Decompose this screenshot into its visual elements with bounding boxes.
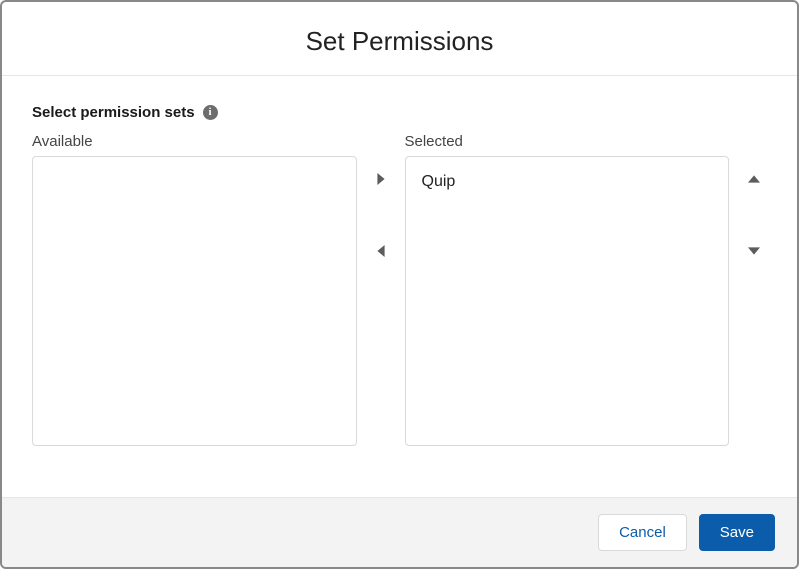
selected-column: Selected Quip: [405, 133, 730, 446]
move-buttons-column: [369, 133, 393, 446]
selected-listbox[interactable]: Quip: [405, 156, 730, 446]
available-column: Available: [32, 133, 357, 446]
move-up-button[interactable]: [744, 169, 764, 189]
save-button[interactable]: Save: [699, 514, 775, 551]
modal-title: Set Permissions: [2, 26, 797, 57]
available-label: Available: [32, 133, 357, 150]
info-icon[interactable]: i: [203, 105, 218, 120]
chevron-down-icon: [748, 245, 760, 257]
cancel-button[interactable]: Cancel: [598, 514, 687, 551]
section-label: Select permission sets: [32, 104, 195, 121]
modal-header: Set Permissions: [2, 2, 797, 76]
chevron-right-icon: [375, 173, 387, 185]
move-right-button[interactable]: [371, 169, 391, 189]
modal-footer: Cancel Save: [2, 497, 797, 567]
move-down-button[interactable]: [744, 241, 764, 261]
modal-body: Select permission sets i Available Selec…: [2, 76, 797, 497]
available-listbox[interactable]: [32, 156, 357, 446]
dual-listbox: Available Selected Quip: [32, 133, 767, 446]
move-left-button[interactable]: [371, 241, 391, 261]
chevron-up-icon: [748, 173, 760, 185]
chevron-left-icon: [375, 245, 387, 257]
section-label-row: Select permission sets i: [32, 104, 767, 121]
list-item[interactable]: Quip: [422, 171, 713, 193]
set-permissions-modal: Set Permissions Select permission sets i…: [0, 0, 799, 569]
reorder-buttons-column: [741, 133, 767, 446]
selected-label: Selected: [405, 133, 730, 150]
